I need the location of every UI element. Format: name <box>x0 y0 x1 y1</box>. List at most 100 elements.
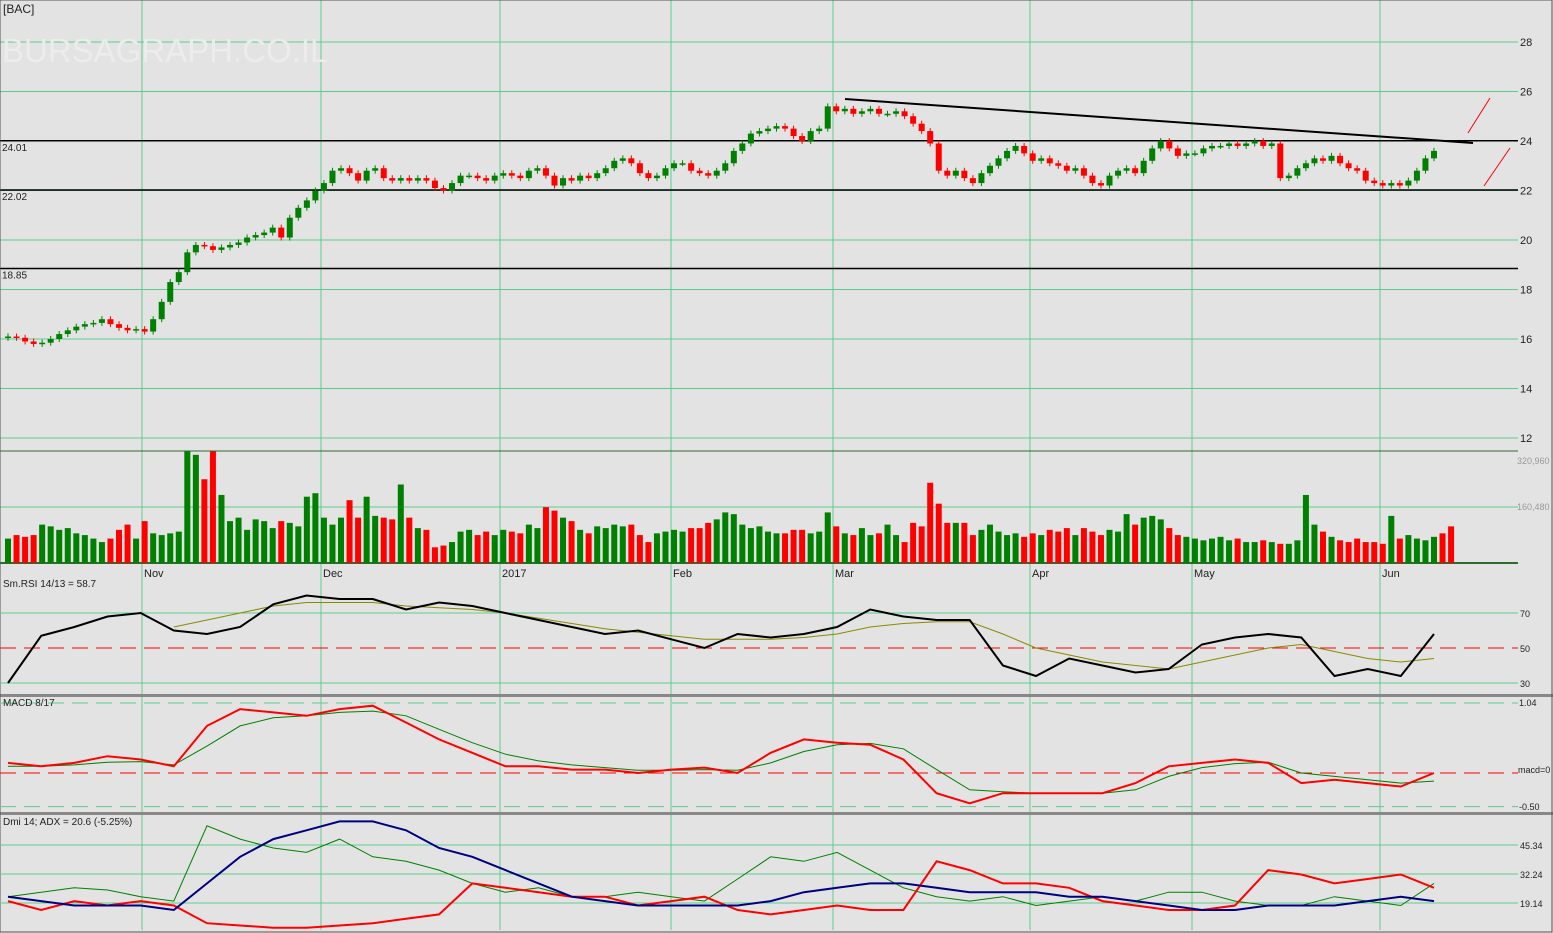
candle-body <box>278 227 285 238</box>
candle-body <box>747 133 754 144</box>
volume-bar <box>1004 535 1011 563</box>
candle-body <box>1046 158 1053 164</box>
candle-body <box>782 126 789 129</box>
candle-body <box>910 116 917 124</box>
macd-dmi-separator <box>0 812 1553 815</box>
volume-bar <box>380 517 387 563</box>
candle-body <box>329 170 336 184</box>
candle-body <box>244 237 251 243</box>
rsi-macd-separator <box>0 694 1553 697</box>
candle-body <box>594 173 601 179</box>
volume-bar <box>1439 533 1446 563</box>
candle-body <box>1234 143 1241 146</box>
candle-body <box>542 168 549 176</box>
candle-body <box>56 334 63 339</box>
volume-bar <box>935 503 942 563</box>
candle-body <box>850 108 857 114</box>
volume-bar <box>440 545 447 563</box>
volume-bar <box>1157 519 1164 563</box>
volume-bar <box>1106 529 1113 563</box>
level-label: 22.02 <box>2 192 27 203</box>
candle-body <box>13 336 20 339</box>
candle-body <box>653 175 660 179</box>
volume-bar <box>158 535 165 563</box>
volume-bar <box>47 526 54 563</box>
candle-body <box>1217 145 1224 148</box>
dmi-tick-label: 45.34 <box>1520 841 1543 851</box>
volume-bar <box>867 535 874 563</box>
candle-body <box>397 178 404 181</box>
candle-body <box>713 170 720 176</box>
volume-bar <box>679 531 686 563</box>
volume-bar <box>833 526 840 563</box>
candle-body <box>1080 168 1087 176</box>
month-label: Apr <box>1032 568 1049 580</box>
candle-body <box>858 111 865 114</box>
candle-body <box>1166 141 1173 149</box>
macd-tick-label: -0.50 <box>1519 802 1540 812</box>
candle-body <box>560 178 567 186</box>
volume-bar <box>961 522 968 563</box>
volume-bar <box>893 535 900 563</box>
volume-bar <box>278 521 285 563</box>
volume-bar <box>312 493 319 563</box>
price-tick-label: 28 <box>1520 37 1532 49</box>
candle-body <box>1337 155 1344 164</box>
volume-bar <box>1260 540 1267 563</box>
month-label: Jun <box>1382 568 1400 580</box>
volume-bar <box>1362 542 1369 563</box>
volume-bar <box>568 521 575 563</box>
volume-bar <box>22 536 29 563</box>
volume-bar <box>782 533 789 563</box>
volume-bar <box>927 482 934 563</box>
candle-body <box>901 111 908 117</box>
price-tick-label: 20 <box>1520 235 1532 247</box>
volume-bar <box>756 526 763 563</box>
month-label: Feb <box>673 568 692 580</box>
volume-bar <box>1311 524 1318 563</box>
month-label: 2017 <box>502 568 526 580</box>
candle-body <box>491 175 498 181</box>
volume-bar <box>389 519 396 563</box>
volume-bar <box>1123 514 1130 563</box>
dmi-label: Dmi 14; ADX = 20.6 (-5.25%) <box>3 817 132 828</box>
volume-bar <box>218 494 225 563</box>
candle-body <box>1157 141 1164 149</box>
candle-body <box>867 108 874 112</box>
candle-body <box>39 342 46 345</box>
candle-body <box>705 173 712 176</box>
candle-body <box>525 170 532 179</box>
level-label: 18.85 <box>2 270 27 281</box>
candle-body <box>645 173 652 179</box>
candle-body <box>295 207 302 218</box>
volume-bar <box>81 535 88 563</box>
candle-body <box>81 324 88 327</box>
price-tick-label: 24 <box>1520 136 1532 148</box>
candle-body <box>346 168 353 174</box>
candle-body <box>483 178 490 181</box>
candle-body <box>662 168 669 176</box>
volume-bar <box>423 529 430 563</box>
candle-body <box>1422 158 1429 171</box>
candle-body <box>799 136 806 141</box>
candle-body <box>756 131 763 134</box>
volume-bar <box>585 533 592 563</box>
candle-body <box>47 339 54 343</box>
candle-body <box>944 170 951 176</box>
volume-bar <box>1217 536 1224 563</box>
candle-body <box>995 158 1002 166</box>
candle-body <box>124 327 131 331</box>
candle-body <box>192 244 199 253</box>
candle-body <box>227 244 234 248</box>
volume-bar <box>30 535 37 563</box>
volume-bar <box>816 531 823 563</box>
candle-body <box>449 183 456 191</box>
candle-body <box>986 165 993 174</box>
candle-body <box>1012 145 1019 151</box>
volume-bar <box>662 531 669 563</box>
candle-body <box>969 178 976 184</box>
candle-body <box>807 131 814 141</box>
candle-body <box>696 170 703 174</box>
candle-body <box>790 128 797 137</box>
candle-body <box>918 123 925 132</box>
